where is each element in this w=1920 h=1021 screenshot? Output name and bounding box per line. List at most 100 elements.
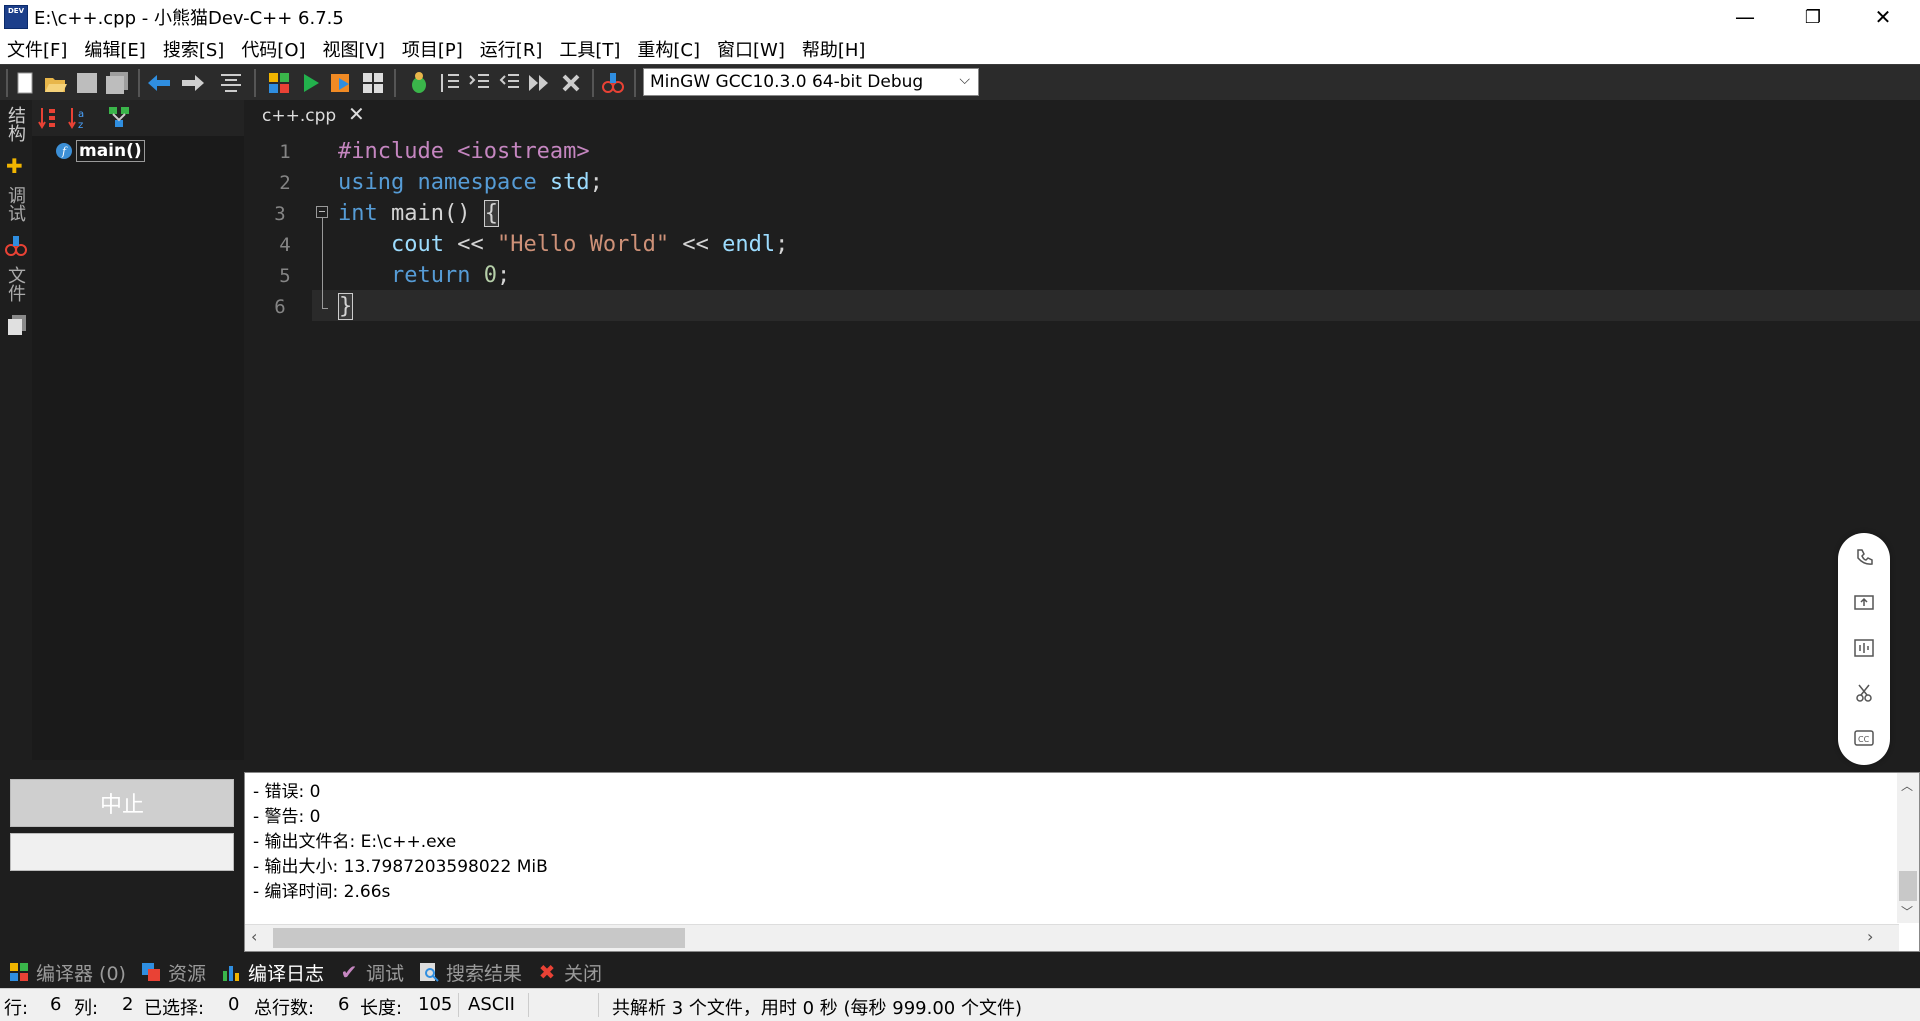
add-watch-icon[interactable] <box>600 70 626 96</box>
compile-icon[interactable] <box>266 70 292 96</box>
code-editor[interactable]: 1 2 3 4 5 6 #include <iostream> using na… <box>258 136 1920 760</box>
sort-by-type-icon[interactable] <box>38 106 58 135</box>
menu-tools[interactable]: 工具[T] <box>552 36 630 62</box>
menu-project[interactable]: 项目[P] <box>395 36 473 62</box>
search-results-icon <box>418 961 440 983</box>
scroll-thumb[interactable] <box>1899 871 1917 901</box>
step-into-icon[interactable] <box>466 70 492 96</box>
stop-debug-icon[interactable] <box>558 70 584 96</box>
log-line: - 警告: 0 <box>253 807 321 827</box>
floating-tool-panel: CC <box>1838 533 1890 765</box>
resources-icon <box>140 961 162 983</box>
step-out-icon[interactable] <box>496 70 522 96</box>
menu-edit[interactable]: 编辑[E] <box>77 36 155 62</box>
length-value: 105 <box>418 994 453 1015</box>
menu-file[interactable]: 文件[F] <box>0 36 77 62</box>
menu-code[interactable]: 代码[O] <box>234 36 315 62</box>
forward-arrow-icon[interactable] <box>180 70 206 96</box>
parse-status-message: 共解析 3 个文件，用时 0 秒 (每秒 999.00 个文件) <box>612 998 1022 1019</box>
tab-search-results[interactable]: 搜索结果 <box>418 959 522 986</box>
grid-icon <box>8 961 30 983</box>
tab-compiler[interactable]: 编译器 (0) <box>8 959 126 986</box>
scroll-left-icon[interactable]: ‹ <box>251 927 257 946</box>
scroll-right-icon[interactable]: › <box>1867 927 1873 946</box>
tab-label: 搜索结果 <box>446 962 523 985</box>
line-number-gutter: 1 2 3 4 5 6 <box>258 136 328 760</box>
compile-run-icon[interactable] <box>328 70 354 96</box>
continue-icon[interactable] <box>526 70 552 96</box>
menu-window[interactable]: 窗口[W] <box>710 36 795 62</box>
new-file-icon[interactable] <box>12 70 38 96</box>
fold-guide-line <box>322 218 323 308</box>
save-all-icon[interactable] <box>104 70 130 96</box>
structure-tab-icon: ✚ <box>6 154 23 178</box>
scroll-up-icon[interactable]: ︿ <box>1901 777 1913 794</box>
svg-text:a: a <box>78 109 84 120</box>
audio-wave-icon[interactable] <box>1852 636 1876 660</box>
line-number: 6 <box>274 296 286 318</box>
compiler-select[interactable]: MinGW GCC10.3.0 64-bit Debug ⌵ <box>643 68 979 96</box>
log-horizontal-scrollbar[interactable]: ‹ › <box>245 924 1899 951</box>
toolbar: MinGW GCC10.3.0 64-bit Debug ⌵ <box>0 64 1920 101</box>
run-icon[interactable] <box>298 70 324 96</box>
sort-alphabetically-icon[interactable]: az <box>68 106 90 135</box>
log-line: - 输出文件名: E:\c++.exe <box>253 832 457 852</box>
captions-icon[interactable]: CC <box>1852 726 1876 750</box>
tab-compile-log[interactable]: 编译日志 <box>220 959 324 986</box>
show-inherited-icon[interactable] <box>108 106 130 133</box>
code-line-5: return 0; <box>338 263 511 288</box>
length-label: 长度: <box>360 998 403 1019</box>
rebuild-icon[interactable] <box>360 70 386 96</box>
open-folder-icon[interactable] <box>42 70 68 96</box>
encoding-indicator[interactable]: ASCII <box>468 994 515 1015</box>
total-lines-value: 6 <box>338 994 350 1015</box>
close-tab-icon[interactable]: ✕ <box>348 102 365 126</box>
class-browser-panel: az f main() <box>32 100 244 760</box>
tab-close-panel[interactable]: ✖ 关闭 <box>536 959 602 986</box>
abort-button[interactable]: 中止 <box>10 779 234 827</box>
restore-button[interactable]: ❐ <box>1780 0 1846 34</box>
row-label: 行: <box>4 998 29 1019</box>
menu-help[interactable]: 帮助[H] <box>795 36 876 62</box>
menu-view[interactable]: 视图[V] <box>316 36 395 62</box>
phone-icon[interactable] <box>1852 545 1876 569</box>
minimize-button[interactable]: — <box>1712 0 1778 34</box>
tab-file-cpp[interactable]: c++.cpp <box>262 106 336 126</box>
code-line-4: cout << "Hello World" << endl; <box>338 232 789 257</box>
fold-toggle-icon[interactable] <box>316 206 328 218</box>
tab-debug[interactable]: 调试 <box>4 186 28 222</box>
menu-refactor[interactable]: 重构[C] <box>630 36 710 62</box>
tab-resources[interactable]: 资源 <box>140 959 206 986</box>
log-line: - 编译时间: 2.66s <box>253 882 391 902</box>
status-bar: 行: 6 列: 2 已选择: 0 总行数: 6 长度: 105 ASCII 共解… <box>0 988 1920 1021</box>
tab-debug-output[interactable]: ✔ 调试 <box>338 959 404 986</box>
scroll-thumb[interactable] <box>273 928 685 948</box>
line-number: 1 <box>279 141 291 163</box>
code-line-3: int main() { <box>338 200 499 227</box>
save-icon[interactable] <box>74 70 100 96</box>
selected-value: 0 <box>228 994 240 1015</box>
menu-run[interactable]: 运行[R] <box>473 36 553 62</box>
tab-label: 资源 <box>167 962 206 985</box>
chart-icon <box>220 961 242 983</box>
close-button[interactable]: ✕ <box>1850 0 1916 34</box>
current-line-highlight <box>312 290 1920 321</box>
tab-files[interactable]: 文件 <box>4 266 28 302</box>
format-code-icon[interactable] <box>218 70 244 96</box>
class-browser-item-main[interactable]: f main() <box>56 140 145 162</box>
scroll-down-icon[interactable]: ﹀ <box>1901 903 1913 920</box>
step-over-icon[interactable] <box>436 70 462 96</box>
upload-screen-icon[interactable] <box>1852 591 1876 615</box>
scissors-icon[interactable] <box>1852 681 1876 705</box>
menu-search[interactable]: 搜索[S] <box>156 36 234 62</box>
compiler-select-value: MinGW GCC10.3.0 64-bit Debug <box>650 72 924 92</box>
debug-bug-icon[interactable] <box>406 70 432 96</box>
function-icon: f <box>56 143 72 159</box>
menu-bar: 文件[F] 编辑[E] 搜索[S] 代码[O] 视图[V] 项目[P] 运行[R… <box>0 34 1920 64</box>
col-value: 2 <box>122 994 134 1015</box>
tab-structure[interactable]: 结构 <box>4 106 28 142</box>
log-vertical-scrollbar[interactable]: ︿ ﹀ <box>1897 773 1919 923</box>
editor-tab-bar: c++.cpp ✕ <box>244 100 1920 136</box>
back-arrow-icon[interactable] <box>146 70 172 96</box>
compile-log-panel[interactable]: - 错误: 0 - 警告: 0 - 输出文件名: E:\c++.exe - 输出… <box>244 772 1920 952</box>
